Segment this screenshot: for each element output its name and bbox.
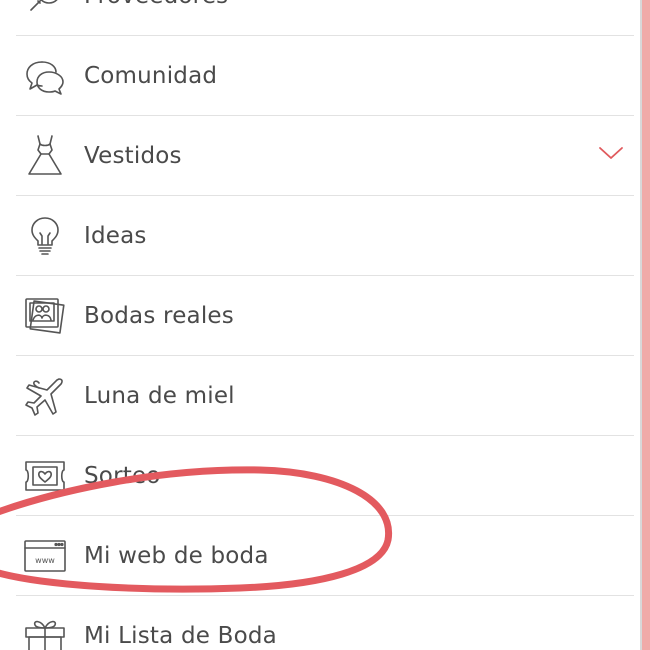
- menu-item-label: Proveedores: [84, 0, 228, 9]
- drawer-edge: [640, 0, 650, 650]
- menu-item-label: Mi Lista de Boda: [84, 622, 277, 649]
- menu-item-ideas[interactable]: Ideas: [16, 196, 634, 276]
- menu-item-sorteo[interactable]: Sorteo: [16, 436, 634, 516]
- menu-item-label: Sorteo: [84, 462, 161, 489]
- menu-item-label: Vestidos: [84, 142, 182, 169]
- menu-item-mi-web-de-boda[interactable]: www Mi web de boda: [16, 516, 634, 596]
- svg-text:www: www: [35, 556, 55, 565]
- menu-item-label: Mi web de boda: [84, 542, 269, 569]
- menu-item-bodas-reales[interactable]: Bodas reales: [16, 276, 634, 356]
- airplane-icon: [23, 374, 67, 418]
- menu-item-mi-lista-de-boda[interactable]: Mi Lista de Boda: [16, 596, 634, 650]
- ticket-heart-icon: [23, 454, 67, 498]
- menu-item-comunidad[interactable]: Comunidad: [16, 36, 634, 116]
- menu-item-label: Comunidad: [84, 62, 218, 89]
- chevron-down-icon[interactable]: [598, 144, 624, 162]
- menu-item-label: Luna de miel: [84, 382, 235, 409]
- photos-icon: [23, 294, 67, 338]
- magnifier-icon: [23, 0, 67, 18]
- menu-item-label: Bodas reales: [84, 302, 234, 329]
- menu-item-luna-de-miel[interactable]: Luna de miel: [16, 356, 634, 436]
- lightbulb-icon: [23, 214, 67, 258]
- menu-item-vestidos[interactable]: Vestidos: [16, 116, 634, 196]
- screen: Proveedores Comunidad Vestidos: [0, 0, 650, 650]
- background-overlay: [642, 0, 650, 650]
- dress-icon: [23, 134, 67, 178]
- chat-bubbles-icon: [23, 54, 67, 98]
- web-browser-icon: www: [23, 534, 67, 578]
- gift-icon: [23, 614, 67, 650]
- menu-item-proveedores[interactable]: Proveedores: [16, 0, 634, 36]
- menu-item-label: Ideas: [84, 222, 147, 249]
- navigation-menu: Proveedores Comunidad Vestidos: [16, 0, 634, 650]
